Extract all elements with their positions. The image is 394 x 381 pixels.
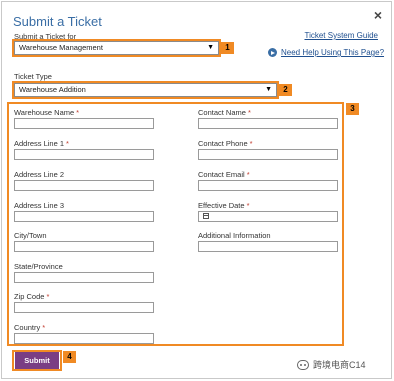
address-line-2-label: Address Line 2 xyxy=(14,170,65,179)
additional-information-field[interactable] xyxy=(198,241,338,252)
additional-information-label: Additional Information xyxy=(198,231,271,240)
close-icon[interactable]: × xyxy=(374,8,382,22)
play-circle-icon xyxy=(268,48,277,57)
dropdown-arrow-icon: ▼ xyxy=(265,86,272,93)
ticket-type-select[interactable]: Warehouse Addition ▼ xyxy=(14,83,277,97)
callout-badge-4: 4 xyxy=(63,351,76,363)
ticket-type-label: Ticket Type xyxy=(14,72,52,81)
dropdown-arrow-icon: ▼ xyxy=(207,44,214,51)
effective-date-field[interactable] xyxy=(198,211,338,222)
watermark: 跨境电商C14 xyxy=(297,358,366,371)
ticket-for-select[interactable]: Warehouse Management ▼ xyxy=(14,41,219,55)
contact-phone-field[interactable] xyxy=(198,149,338,160)
wechat-icon xyxy=(297,359,309,370)
contact-name-label: Contact Name * xyxy=(198,108,251,117)
contact-email-field[interactable] xyxy=(198,180,338,191)
address-line-1-field[interactable] xyxy=(14,149,154,160)
address-line-3-field[interactable] xyxy=(14,211,154,222)
calendar-icon[interactable] xyxy=(203,213,209,219)
callout-badge-1: 1 xyxy=(221,42,234,54)
help-link[interactable]: Need Help Using This Page? xyxy=(281,48,384,57)
submit-ticket-dialog: Submit a Ticket × Ticket System Guide Ne… xyxy=(1,1,392,379)
state-province-field[interactable] xyxy=(14,272,154,283)
city-town-field[interactable] xyxy=(14,241,154,252)
callout-badge-2: 2 xyxy=(279,84,292,96)
address-line-3-label: Address Line 3 xyxy=(14,201,65,210)
city-town-label: City/Town xyxy=(14,231,47,240)
ticket-for-value: Warehouse Management xyxy=(19,43,103,52)
zip-code-field[interactable] xyxy=(14,302,154,313)
watermark-text: 跨境电商C14 xyxy=(313,360,366,370)
zip-code-label: Zip Code * xyxy=(14,292,50,301)
help-link-group[interactable]: Need Help Using This Page? xyxy=(268,48,384,57)
warehouse-name-field[interactable] xyxy=(14,118,154,129)
state-province-label: State/Province xyxy=(14,262,63,271)
submit-button[interactable]: Submit xyxy=(15,352,59,369)
country-field[interactable] xyxy=(14,333,154,344)
ticket-type-value: Warehouse Addition xyxy=(19,85,86,94)
dialog-title: Submit a Ticket xyxy=(13,14,102,29)
callout-badge-3: 3 xyxy=(346,103,359,115)
address-line-2-field[interactable] xyxy=(14,180,154,191)
warehouse-name-label: Warehouse Name * xyxy=(14,108,80,117)
contact-phone-label: Contact Phone * xyxy=(198,139,253,148)
address-line-1-label: Address Line 1 * xyxy=(14,139,69,148)
contact-email-label: Contact Email * xyxy=(198,170,250,179)
contact-name-field[interactable] xyxy=(198,118,338,129)
effective-date-label: Effective Date * xyxy=(198,201,250,210)
country-label: Country * xyxy=(14,323,46,332)
ticket-system-guide-link[interactable]: Ticket System Guide xyxy=(304,31,378,40)
